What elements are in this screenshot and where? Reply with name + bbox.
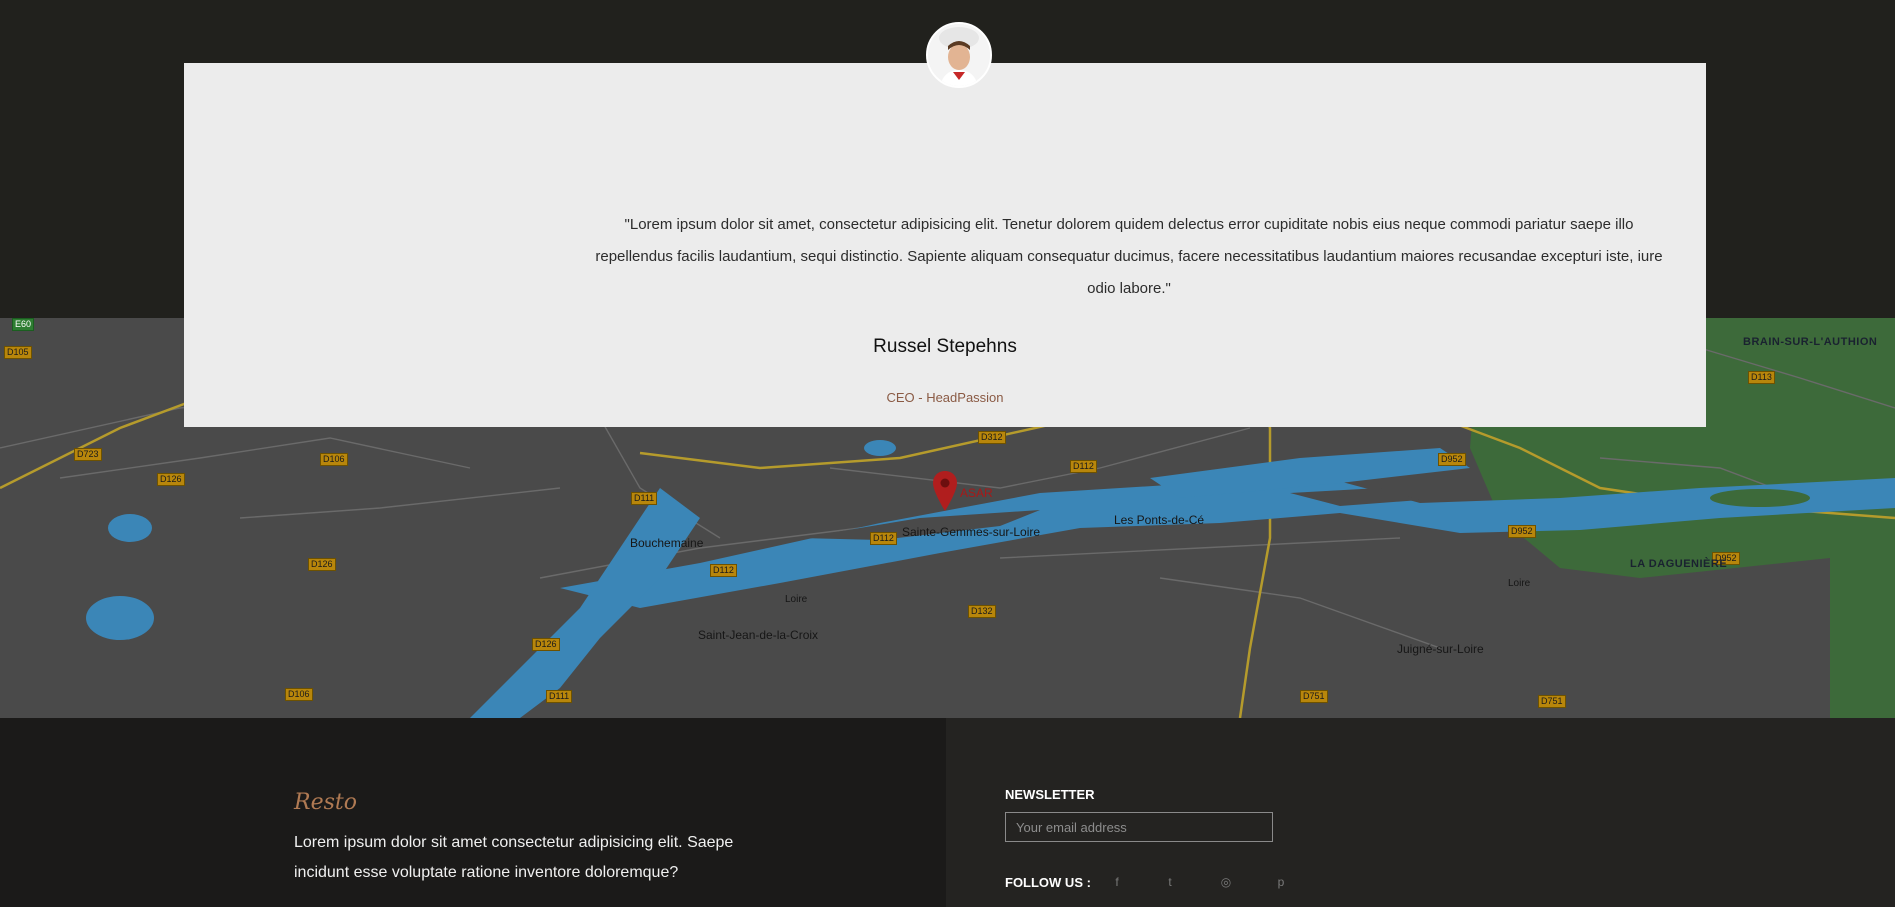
road-label: D105	[4, 346, 32, 359]
place-label: Sainte-Gemmes-sur-Loire	[902, 525, 1041, 539]
place-label: Juigné-sur-Loire	[1397, 642, 1484, 656]
road-label: D952	[1438, 453, 1466, 466]
pinterest-icon[interactable]: p	[1271, 872, 1291, 892]
road-label: D112	[870, 532, 897, 545]
road-label: D952	[1508, 525, 1536, 538]
footer-about-text: Lorem ipsum dolor sit amet consectetur a…	[294, 834, 734, 881]
testimonial-card: "Lorem ipsum dolor sit amet, consectetur…	[184, 63, 1706, 427]
road-label: D106	[320, 453, 348, 466]
road-label: D112	[710, 564, 737, 577]
place-label: BRAIN-SUR-L'AUTHION	[1743, 336, 1878, 348]
facebook-icon[interactable]: f	[1107, 872, 1127, 892]
map-pin-label: ASAR	[960, 486, 993, 500]
footer-logo[interactable]: Resto	[294, 790, 357, 815]
twitter-icon[interactable]: t	[1160, 872, 1180, 892]
author-avatar	[926, 22, 992, 88]
testimonial-author: Russel Stepehns	[873, 336, 1017, 357]
map-pin-icon[interactable]	[932, 470, 958, 512]
road-label: D132	[968, 605, 996, 618]
river-label: Loire	[785, 594, 808, 605]
road-label: D312	[978, 431, 1006, 444]
road-label: D112	[1070, 460, 1097, 473]
newsletter-email-input[interactable]	[1005, 812, 1273, 842]
road-label: D126	[157, 473, 185, 486]
road-label: D126	[308, 558, 336, 571]
newsletter-title: NEWSLETTER	[1005, 787, 1095, 802]
place-label: LA DAGUENIÈRE	[1630, 558, 1728, 570]
road-label: D111	[631, 492, 658, 505]
chef-avatar-image	[928, 24, 990, 86]
place-label: Saint-Jean-de-la-Croix	[698, 628, 819, 642]
place-label: Bouchemaine	[630, 536, 704, 550]
testimonial-role: CEO - HeadPassion	[886, 390, 1004, 405]
road-label: E60	[12, 318, 35, 331]
road-label: D126	[532, 638, 560, 651]
road-label: D106	[285, 688, 313, 701]
road-label: D111	[546, 690, 573, 703]
river-label: Loire	[1508, 578, 1531, 589]
road-label: D751	[1538, 695, 1566, 708]
road-label: D751	[1300, 690, 1328, 703]
testimonial-quote: "Lorem ipsum dolor sit amet, consectetur…	[595, 216, 1663, 297]
instagram-icon[interactable]: ◎	[1216, 872, 1236, 892]
road-label: D113	[1748, 371, 1775, 384]
follow-us-label: FOLLOW US :	[1005, 875, 1091, 890]
road-label: D723	[74, 448, 102, 461]
place-label: Les Ponts-de-Cé	[1114, 513, 1205, 527]
